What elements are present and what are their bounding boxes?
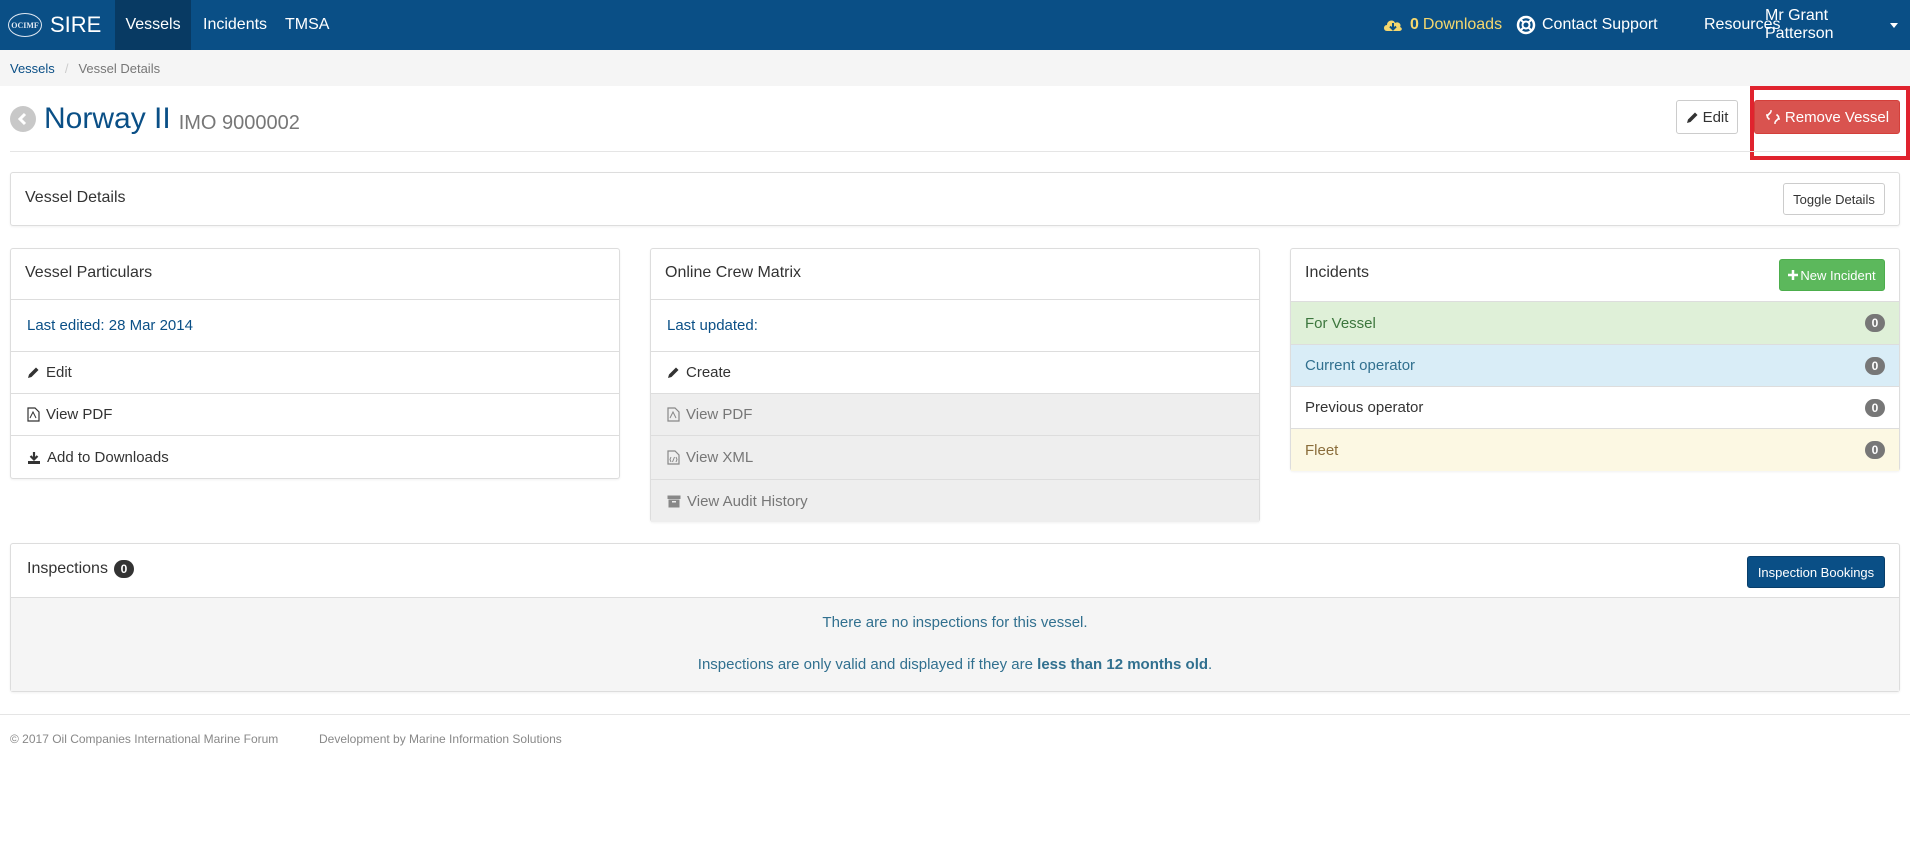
footer-divider: [0, 714, 1910, 715]
download-icon: [27, 451, 41, 465]
vessel-particulars-panel: Vessel Particulars Last edited: 28 Mar 2…: [10, 248, 620, 479]
crew-view-pdf-label: View PDF: [686, 406, 753, 423]
incident-row-label: Previous operator: [1305, 399, 1424, 416]
breadcrumb: Vessels / Vessel Details: [0, 50, 1910, 86]
vessel-name: Norway II: [44, 102, 171, 135]
crew-matrix-title: Online Crew Matrix: [665, 264, 802, 281]
breadcrumb-current: Vessel Details: [78, 60, 161, 76]
back-arrow-icon[interactable]: [10, 106, 36, 132]
last-updated-text: Last updated:: [667, 317, 758, 334]
crew-view-audit-history-label: View Audit History: [687, 492, 808, 510]
header-divider: [10, 151, 1900, 152]
crew-view-pdf-item[interactable]: View PDF: [651, 393, 1259, 435]
incident-count-badge: 0: [1865, 356, 1885, 375]
inspections-heading: Inspections 0: [27, 560, 134, 578]
incident-row-label: For Vessel: [1305, 314, 1376, 332]
top-navbar: OCIMF SIRE Vessels Incidents TMSA 0 Down…: [0, 0, 1910, 50]
inspection-bookings-button[interactable]: Inspection Bookings: [1747, 556, 1885, 588]
vessel-particulars-title: Vessel Particulars: [25, 264, 153, 281]
contact-support-label: Contact Support: [1542, 16, 1658, 33]
crew-view-audit-history-item[interactable]: View Audit History: [651, 479, 1259, 522]
incidents-title: Incidents: [1305, 264, 1370, 281]
particulars-view-pdf-item[interactable]: View PDF: [11, 393, 619, 435]
downloads-label: Downloads: [1422, 16, 1503, 33]
xml-file-icon: [667, 450, 680, 465]
ocimf-logo: OCIMF: [8, 13, 42, 37]
inspections-count-badge: 0: [113, 560, 134, 578]
downloads-count: 0: [1410, 16, 1419, 33]
breadcrumb-vessels-link[interactable]: Vessels: [10, 61, 55, 76]
page-header: Norway II IMO 9000002: [10, 98, 300, 140]
particulars-edit-item[interactable]: Edit: [11, 351, 619, 393]
last-edited-text: Last edited: 28 Mar 2014: [27, 317, 193, 334]
cloud-download-icon: [1382, 17, 1404, 33]
archive-icon: [667, 495, 681, 508]
vessel-details-title: Vessel Details: [25, 189, 126, 206]
validity-suffix: .: [1208, 656, 1213, 673]
incident-count-badge: 0: [1865, 441, 1885, 459]
pencil-icon: [27, 366, 40, 379]
crew-create-item[interactable]: Create: [651, 351, 1259, 393]
inspection-validity-note: Inspections are only valid and displayed…: [11, 656, 1899, 673]
edit-label: Edit: [1702, 108, 1729, 126]
inspections-title: Inspections: [27, 560, 108, 577]
inspections-empty-state: There are no inspections for this vessel…: [11, 597, 1899, 691]
particulars-edit-label: Edit: [46, 364, 72, 381]
particulars-add-downloads-label: Add to Downloads: [47, 449, 169, 466]
lifebuoy-icon: [1516, 15, 1536, 35]
incident-row-label: Fleet: [1305, 441, 1339, 459]
validity-bold: less than 12 months old: [1037, 656, 1209, 673]
nav-incidents[interactable]: Incidents: [191, 0, 279, 50]
crew-create-label: Create: [686, 364, 732, 381]
inspections-panel: Inspections 0 Inspection Bookings There …: [10, 543, 1900, 692]
incident-row-previous-operator[interactable]: Previous operator 0: [1291, 386, 1899, 428]
new-incident-button[interactable]: New Incident: [1779, 259, 1885, 291]
pencil-icon: [1686, 111, 1699, 124]
incident-row-fleet[interactable]: Fleet 0: [1291, 428, 1899, 471]
breadcrumb-separator: /: [64, 60, 69, 76]
particulars-view-pdf-label: View PDF: [46, 406, 113, 423]
incident-row-label: Current operator: [1305, 357, 1416, 374]
last-updated-row: Last updated:: [651, 299, 1259, 351]
pencil-icon: [667, 366, 680, 379]
new-incident-label: New Incident: [1800, 267, 1876, 283]
crew-matrix-panel: Online Crew Matrix Last updated: Create …: [650, 248, 1260, 522]
user-name: Mr Grant Patterson: [1765, 7, 1834, 42]
footer-developer: Development by Marine Information Soluti…: [319, 732, 562, 746]
nav-tmsa[interactable]: TMSA: [273, 0, 341, 50]
toggle-details-button[interactable]: Toggle Details: [1783, 183, 1885, 215]
particulars-add-downloads-item[interactable]: Add to Downloads: [11, 435, 619, 479]
nav-downloads[interactable]: 0 Downloads: [1370, 0, 1514, 50]
vessel-imo: IMO 9000002: [178, 111, 300, 134]
no-inspections-message: There are no inspections for this vessel…: [822, 614, 1088, 631]
nav-vessels[interactable]: Vessels: [115, 0, 191, 50]
plus-icon: [1788, 270, 1799, 280]
nav-contact-support[interactable]: Contact Support: [1504, 0, 1670, 50]
footer-copyright: © 2017 Oil Companies International Marin…: [10, 732, 279, 746]
incidents-panel: Incidents New Incident For Vessel 0 Curr…: [1290, 248, 1900, 471]
highlight-annotation: [1750, 86, 1910, 160]
validity-prefix: Inspections are only valid and displayed…: [697, 656, 1038, 673]
user-menu[interactable]: Mr Grant Patterson: [1753, 0, 1910, 50]
brand[interactable]: OCIMF SIRE: [8, 0, 101, 50]
brand-name: SIRE: [50, 12, 102, 37]
incident-row-current-operator[interactable]: Current operator 0: [1291, 344, 1899, 386]
incident-count-badge: 0: [1865, 314, 1885, 332]
caret-down-icon: [1890, 22, 1898, 28]
crew-view-xml-item[interactable]: View XML: [651, 435, 1259, 479]
edit-vessel-button[interactable]: Edit: [1676, 100, 1738, 134]
incident-row-for-vessel[interactable]: For Vessel 0: [1291, 301, 1899, 344]
vessel-details-panel: Vessel Details Toggle Details: [10, 172, 1900, 226]
incident-count-badge: 0: [1865, 398, 1885, 417]
pdf-file-icon: [667, 407, 680, 422]
pdf-file-icon: [27, 407, 40, 422]
crew-view-xml-label: View XML: [686, 449, 754, 466]
last-edited-row: Last edited: 28 Mar 2014: [11, 299, 619, 351]
